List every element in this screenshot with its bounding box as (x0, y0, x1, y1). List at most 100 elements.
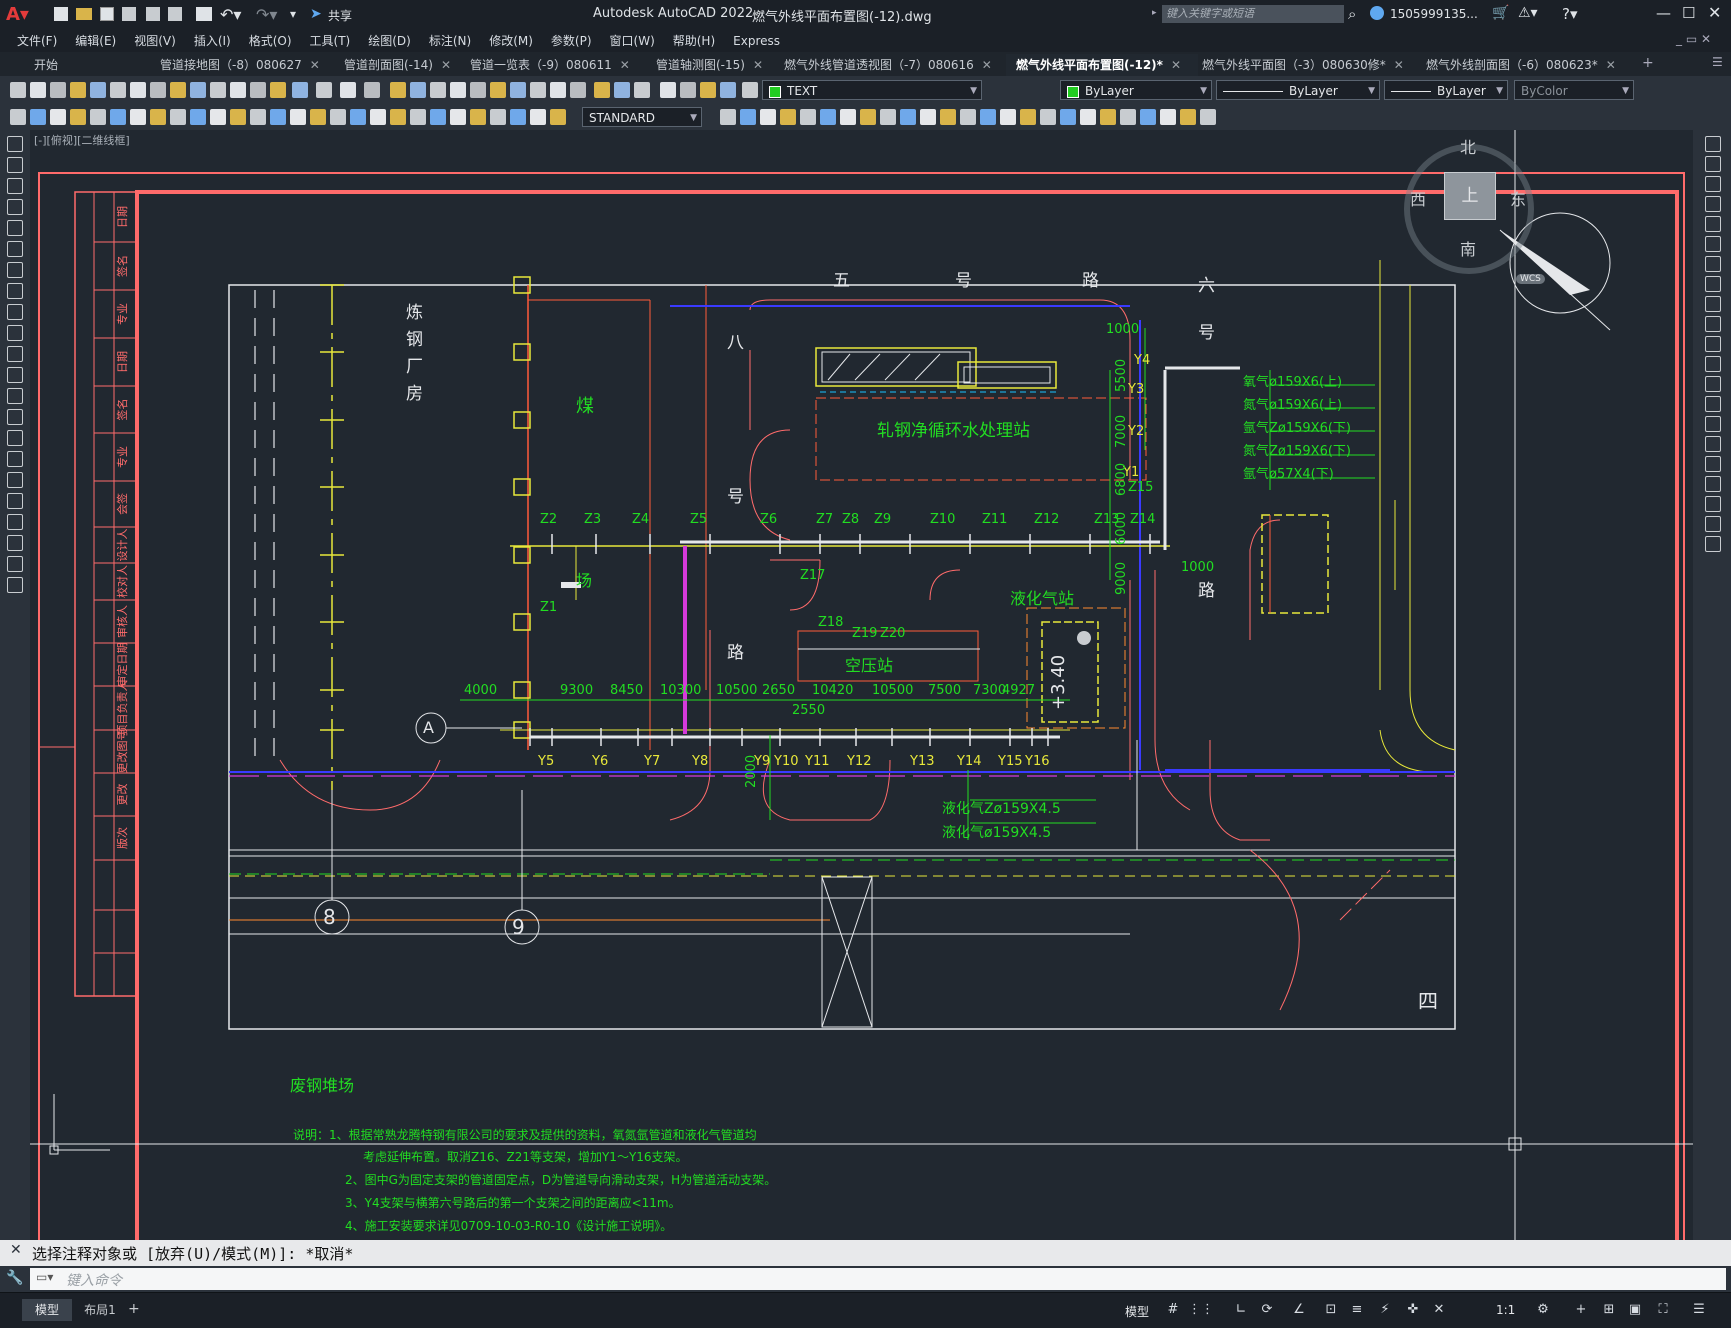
dim-tool-icon[interactable] (350, 109, 366, 125)
dim-tool-icon[interactable] (550, 109, 566, 125)
menu-item-1[interactable]: 编辑(E) (66, 30, 125, 52)
help-icon[interactable]: ?▾ (1562, 5, 1578, 23)
status-toggle-icon[interactable]: ☰ (1690, 1302, 1708, 1318)
standard-tool-icon[interactable] (490, 82, 506, 98)
standard-tool-icon[interactable] (190, 82, 206, 98)
status-toggle-icon[interactable]: ⛶ (1654, 1302, 1672, 1318)
dim-tool-icon[interactable] (780, 109, 796, 125)
modify-tool-icon[interactable] (1705, 416, 1721, 432)
search-icon[interactable]: ⌕ (1348, 5, 1356, 23)
file-tab[interactable]: 管道剖面图(-14) ✕ (334, 54, 466, 76)
dim-tool-icon[interactable] (270, 109, 286, 125)
standard-tool-icon[interactable] (390, 82, 406, 98)
standard-tool-icon[interactable] (550, 82, 566, 98)
drawing-canvas[interactable]: [-][俯视][二维线框] 日期 签名 专业 日期 签名 专业 会签 设计人 校对人 审核人 审定日… (30, 130, 1693, 1240)
status-toggle-icon[interactable]: ≡ (1348, 1302, 1366, 1318)
cmd-prompt-icon[interactable]: ▭▾ (36, 1270, 53, 1284)
modify-tool-icon[interactable] (1705, 356, 1721, 372)
dim-tool-icon[interactable] (50, 109, 66, 125)
share-icon[interactable]: ➤ (310, 6, 322, 22)
dim-tool-icon[interactable] (150, 109, 166, 125)
dim-tool-icon[interactable] (250, 109, 266, 125)
draw-tool-icon[interactable] (7, 199, 23, 215)
draw-tool-icon[interactable] (7, 577, 23, 593)
add-layout-icon[interactable]: + (128, 1301, 140, 1317)
dim-tool-icon[interactable] (450, 109, 466, 125)
standard-tool-icon[interactable] (510, 82, 526, 98)
draw-tool-icon[interactable] (7, 262, 23, 278)
standard-tool-icon[interactable] (530, 82, 546, 98)
standard-tool-icon[interactable] (270, 82, 286, 98)
dim-tool-icon[interactable] (510, 109, 526, 125)
modify-tool-icon[interactable] (1705, 396, 1721, 412)
menu-item-6[interactable]: 绘图(D) (359, 30, 420, 52)
draw-tool-icon[interactable] (7, 136, 23, 152)
standard-tool-icon[interactable] (700, 82, 716, 98)
model-space-toggle[interactable]: 模型 (1125, 1303, 1149, 1320)
standard-tool-icon[interactable] (10, 82, 26, 98)
dim-tool-icon[interactable] (530, 109, 546, 125)
dim-tool-icon[interactable] (130, 109, 146, 125)
dim-tool-icon[interactable] (980, 109, 996, 125)
draw-tool-icon[interactable] (7, 346, 23, 362)
user-icon[interactable] (1370, 6, 1384, 20)
status-toggle-icon[interactable]: ⚡ (1376, 1302, 1394, 1318)
dim-tool-icon[interactable] (30, 109, 46, 125)
dim-tool-icon[interactable] (1200, 109, 1216, 125)
dim-tool-icon[interactable] (330, 109, 346, 125)
standard-tool-icon[interactable] (720, 82, 736, 98)
draw-tool-icon[interactable] (7, 514, 23, 530)
undo-icon[interactable]: ↶▾ (220, 5, 241, 24)
dim-tool-icon[interactable] (940, 109, 956, 125)
dim-tool-icon[interactable] (390, 109, 406, 125)
close-tab-icon[interactable]: ✕ (620, 58, 630, 72)
viewcube-south[interactable]: 南 (1460, 236, 1476, 260)
modify-tool-icon[interactable] (1705, 316, 1721, 332)
close-tab-icon[interactable]: ✕ (1171, 58, 1181, 72)
menu-item-0[interactable]: 文件(F) (8, 30, 66, 52)
dim-tool-icon[interactable] (840, 109, 856, 125)
menu-item-10[interactable]: 窗口(W) (601, 30, 664, 52)
dim-tool-icon[interactable] (1140, 109, 1156, 125)
customize-icon[interactable]: ▾ (290, 7, 296, 21)
plot-icon[interactable] (196, 7, 212, 21)
draw-tool-icon[interactable] (7, 241, 23, 257)
standard-tool-icon[interactable] (634, 82, 650, 98)
dimstyle-dropdown[interactable]: STANDARD ▼ (582, 107, 702, 127)
dim-tool-icon[interactable] (1060, 109, 1076, 125)
file-tab[interactable]: 燃气外线平面图（-3）080630修* ✕ (1192, 54, 1422, 76)
dim-tool-icon[interactable] (740, 109, 756, 125)
menu-item-7[interactable]: 标注(N) (420, 30, 480, 52)
minimize-button[interactable]: — (1656, 4, 1671, 22)
modify-tool-icon[interactable] (1705, 296, 1721, 312)
plotstyle-dropdown[interactable]: ByColor ▼ (1514, 80, 1634, 100)
file-tab[interactable]: 开始 (24, 54, 154, 76)
draw-tool-icon[interactable] (7, 178, 23, 194)
draw-tool-icon[interactable] (7, 472, 23, 488)
modify-tool-icon[interactable] (1705, 196, 1721, 212)
viewcube-top-face[interactable]: 上 (1444, 172, 1496, 220)
dim-tool-icon[interactable] (190, 109, 206, 125)
modify-tool-icon[interactable] (1705, 476, 1721, 492)
draw-tool-icon[interactable] (7, 430, 23, 446)
close-tab-icon[interactable]: ✕ (310, 58, 320, 72)
dim-tool-icon[interactable] (70, 109, 86, 125)
standard-tool-icon[interactable] (470, 82, 486, 98)
standard-tool-icon[interactable] (410, 82, 426, 98)
modify-tool-icon[interactable] (1705, 376, 1721, 392)
close-tab-icon[interactable]: ✕ (1394, 58, 1404, 72)
status-toggle-icon[interactable]: ⋮⋮ (1188, 1302, 1214, 1318)
cart-icon[interactable]: 🛒 (1492, 5, 1509, 21)
close-tab-icon[interactable]: ✕ (753, 58, 763, 72)
menu-item-8[interactable]: 修改(M) (480, 30, 542, 52)
draw-tool-icon[interactable] (7, 283, 23, 299)
file-tab[interactable]: 管道一览表（-9）080611 ✕ (460, 54, 652, 76)
customize-cmd-icon[interactable]: 🔧 (6, 1270, 23, 1286)
dim-tool-icon[interactable] (1040, 109, 1056, 125)
open-file-icon[interactable] (76, 8, 92, 20)
dim-tool-icon[interactable] (170, 109, 186, 125)
dim-tool-icon[interactable] (1080, 109, 1096, 125)
draw-tool-icon[interactable] (7, 556, 23, 572)
viewcube-east[interactable]: 东 (1510, 186, 1526, 210)
dim-tool-icon[interactable] (430, 109, 446, 125)
